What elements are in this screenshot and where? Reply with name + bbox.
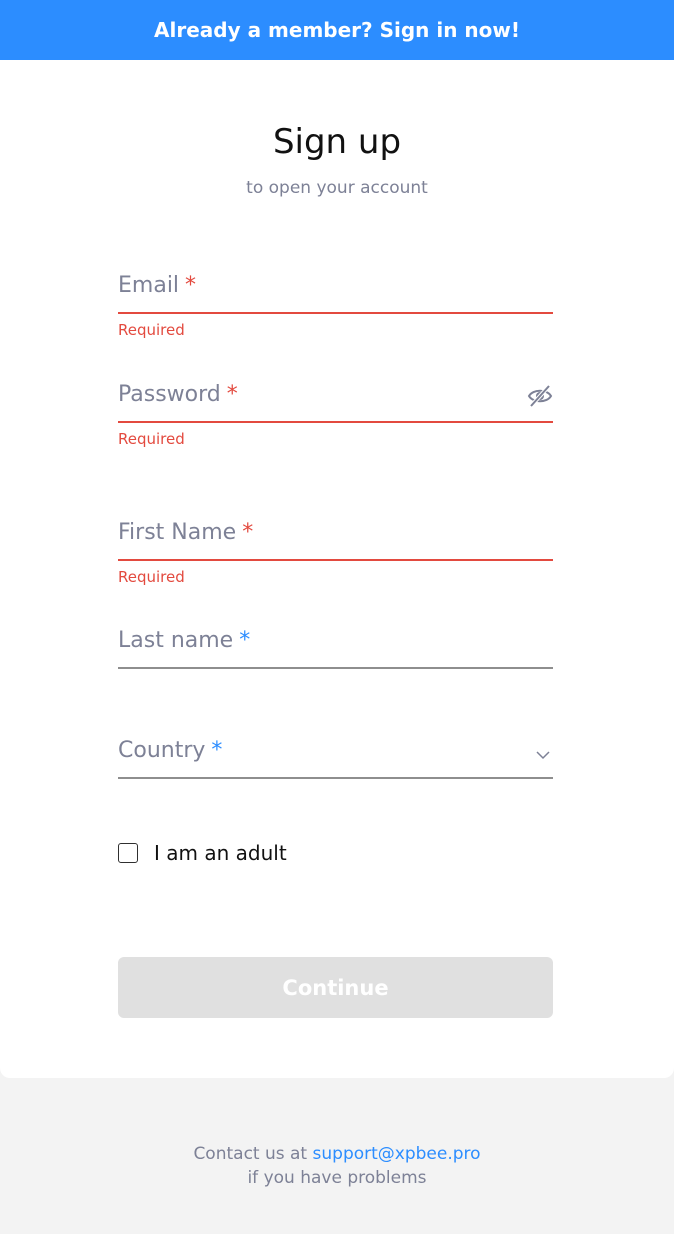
email-field[interactable]: Email * (118, 270, 553, 314)
footer: Contact us at support@xpbee.pro if you h… (0, 1142, 674, 1190)
country-label: Country * (118, 738, 223, 763)
last-name-field[interactable]: Last name * (118, 625, 553, 669)
email-label: Email * (118, 273, 197, 298)
required-mark: * (226, 382, 238, 407)
country-underline (118, 777, 553, 779)
footer-suffix: if you have problems (247, 1168, 427, 1188)
adult-checkbox[interactable] (118, 843, 138, 863)
adult-checkbox-row[interactable]: I am an adult (118, 840, 287, 866)
password-error: Required (118, 430, 185, 448)
required-mark: * (242, 520, 254, 545)
last-name-underline (118, 667, 553, 669)
footer-contact-prefix: Contact us at (193, 1144, 308, 1164)
eye-off-icon[interactable] (527, 383, 553, 409)
last-name-label: Last name * (118, 628, 251, 653)
email-error: Required (118, 321, 185, 339)
email-underline (118, 312, 553, 314)
required-mark: * (185, 273, 197, 298)
sign-in-banner[interactable]: Already a member? Sign in now! (0, 0, 674, 60)
continue-button[interactable]: Continue (118, 957, 553, 1018)
first-name-underline (118, 559, 553, 561)
password-underline (118, 421, 553, 423)
support-email-link[interactable]: support@xpbee.pro (313, 1144, 481, 1164)
page-subtitle: to open your account (246, 178, 428, 198)
sign-in-banner-text[interactable]: Already a member? Sign in now! (154, 18, 520, 42)
password-label: Password * (118, 382, 238, 407)
signup-card (0, 60, 674, 1078)
page-title: Sign up (272, 122, 402, 162)
first-name-error: Required (118, 568, 185, 586)
first-name-label: First Name * (118, 520, 254, 545)
password-field[interactable]: Password * (118, 379, 553, 423)
required-mark: * (211, 738, 223, 763)
chevron-down-icon[interactable] (535, 747, 551, 763)
first-name-field[interactable]: First Name * (118, 517, 553, 561)
required-mark: * (239, 628, 251, 653)
adult-checkbox-label[interactable]: I am an adult (154, 841, 287, 865)
country-select[interactable]: Country * (118, 735, 553, 779)
